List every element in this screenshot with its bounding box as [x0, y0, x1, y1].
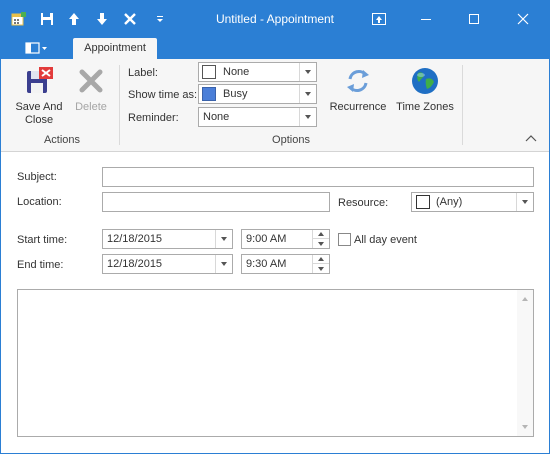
label-label: Label:	[128, 67, 158, 79]
chevron-down-icon[interactable]	[516, 193, 533, 211]
maximize-button[interactable]	[451, 5, 497, 33]
delete-x-icon	[75, 65, 107, 97]
chevron-up-icon	[525, 135, 537, 142]
tab-appointment[interactable]: Appointment	[73, 38, 157, 59]
time-spin-buttons	[312, 230, 329, 248]
minimize-button[interactable]	[403, 5, 449, 33]
resource-value: (Any)	[436, 196, 463, 208]
end-date-picker[interactable]: 12/18/2015	[102, 254, 233, 274]
resource-color-swatch	[416, 195, 430, 209]
ribbon-tab-strip: Appointment	[1, 37, 549, 59]
collapse-ribbon-button[interactable]	[525, 133, 537, 143]
save-and-close-label: Save And Close	[15, 101, 63, 126]
start-time-spinner[interactable]: 9:00 AM	[241, 229, 330, 249]
ribbon-separator	[119, 65, 120, 145]
file-menu-button[interactable]	[17, 38, 57, 58]
end-date-value: 12/18/2015	[107, 258, 163, 270]
ribbon-display-options-button[interactable]	[356, 5, 402, 33]
notes-scrollbar[interactable]	[517, 290, 533, 436]
end-time-spinner[interactable]: 9:30 AM	[241, 254, 330, 274]
chevron-down-icon[interactable]	[299, 108, 316, 126]
subject-label: Subject:	[17, 171, 57, 183]
resource-label: Resource:	[338, 197, 389, 209]
ribbon-separator	[462, 65, 463, 145]
start-time-value: 9:00 AM	[246, 233, 287, 245]
recurrence-label: Recurrence	[329, 101, 387, 113]
chevron-down-icon[interactable]	[215, 255, 232, 273]
minimize-icon	[421, 19, 431, 20]
title-bar: Untitled - Appointment	[1, 1, 549, 37]
recurrence-button[interactable]: Recurrence	[327, 65, 389, 114]
start-date-picker[interactable]: 12/18/2015	[102, 229, 233, 249]
chevron-down-icon[interactable]	[299, 63, 316, 81]
actions-group-label: Actions	[43, 134, 81, 146]
options-group-label: Options	[272, 134, 310, 146]
time-zones-button[interactable]: Time Zones	[394, 65, 456, 114]
start-time-label: Start time:	[17, 234, 68, 246]
subject-input[interactable]	[102, 167, 534, 187]
close-icon	[517, 13, 529, 25]
notes-textarea[interactable]	[17, 289, 534, 437]
spin-up-icon[interactable]	[313, 255, 329, 264]
all-day-event-label[interactable]: All day event	[354, 234, 417, 246]
scroll-down-icon[interactable]	[517, 420, 533, 434]
show-time-as-label: Show time as:	[128, 89, 198, 101]
time-spin-buttons	[312, 255, 329, 273]
save-and-close-button[interactable]: Save And Close	[9, 65, 69, 127]
ribbon-display-icon	[372, 13, 386, 25]
resource-combo[interactable]: (Any)	[411, 192, 534, 212]
reminder-label: Reminder:	[128, 112, 179, 124]
end-time-value: 9:30 AM	[246, 258, 287, 270]
spin-down-icon[interactable]	[313, 239, 329, 248]
file-menu-icon	[25, 42, 47, 54]
ribbon: Save And Close Delete Actions Label: Non…	[1, 59, 549, 152]
start-date-value: 12/18/2015	[107, 233, 163, 245]
busy-color-swatch	[202, 87, 216, 101]
end-time-label: End time:	[17, 259, 64, 271]
appointment-window: Untitled - Appointment Appointment Save …	[0, 0, 550, 454]
spin-down-icon[interactable]	[313, 264, 329, 273]
reminder-value: None	[203, 111, 230, 123]
label-combo[interactable]: None	[198, 62, 317, 82]
delete-button[interactable]: Delete	[71, 65, 111, 114]
globe-icon	[409, 65, 441, 97]
chevron-down-icon[interactable]	[299, 85, 316, 103]
reminder-combo[interactable]: None	[198, 107, 317, 127]
time-zones-label: Time Zones	[396, 101, 454, 113]
recurrence-icon	[342, 65, 374, 97]
delete-label: Delete	[75, 101, 107, 113]
label-color-swatch	[202, 65, 216, 79]
save-and-close-icon	[23, 65, 55, 97]
location-label: Location:	[17, 196, 62, 208]
label-combo-value: None	[223, 66, 250, 78]
spin-up-icon[interactable]	[313, 230, 329, 239]
location-input[interactable]	[102, 192, 330, 212]
show-time-as-value: Busy	[223, 88, 248, 100]
all-day-event-checkbox[interactable]	[338, 233, 351, 246]
scroll-up-icon[interactable]	[517, 292, 533, 306]
chevron-down-icon[interactable]	[215, 230, 232, 248]
show-time-as-combo[interactable]: Busy	[198, 84, 317, 104]
maximize-icon	[469, 14, 479, 24]
close-button[interactable]	[500, 5, 546, 33]
